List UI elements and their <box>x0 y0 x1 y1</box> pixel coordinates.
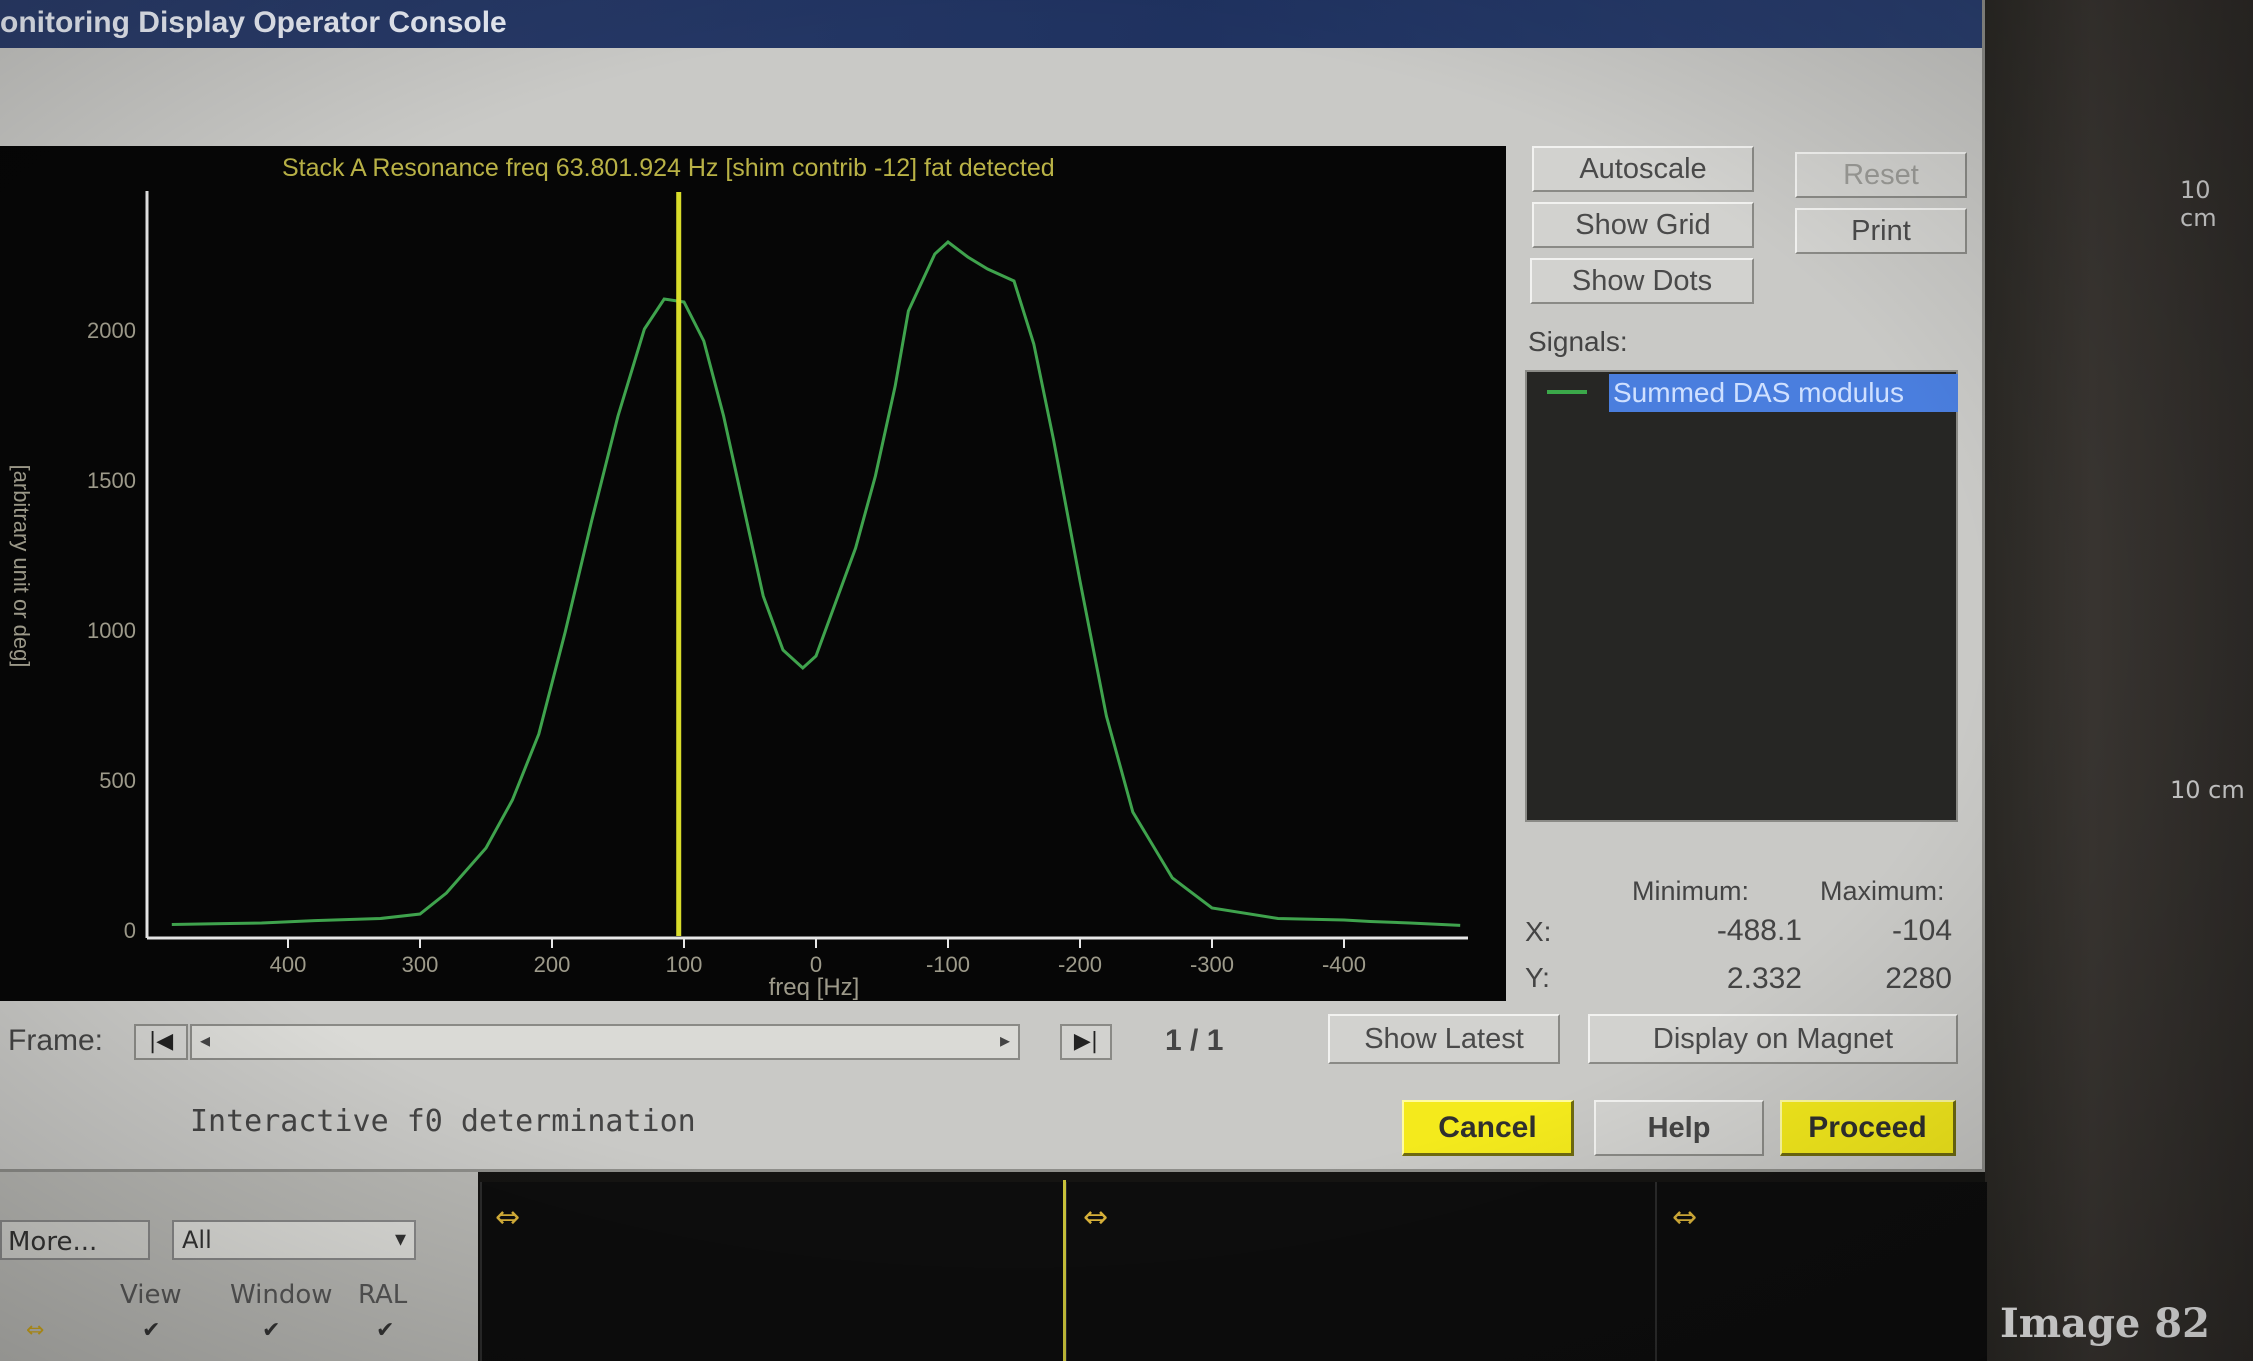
series-summed-das-modulus <box>171 240 1461 927</box>
operator-console-dialog: onitoring Display Operator Console Stack… <box>0 0 1985 1172</box>
ral-checkbox[interactable]: ✔ <box>376 1318 394 1343</box>
x-tick-label: 0 <box>810 952 822 977</box>
x-tick-label: -400 <box>1322 952 1366 977</box>
x-axis-label: freq [Hz] <box>769 974 860 1001</box>
autoscale-button[interactable]: Autoscale <box>1532 146 1754 192</box>
window-checkbox[interactable]: ✔ <box>262 1318 280 1343</box>
signals-label: Signals: <box>1528 326 1628 357</box>
frame-slider[interactable]: ◂ ▸ <box>190 1024 1020 1060</box>
y-tick-label: 0 <box>124 918 136 943</box>
x-tick-label: -100 <box>926 952 970 977</box>
view-checkbox[interactable]: ✔ <box>142 1318 160 1343</box>
x-tick-label: -200 <box>1058 952 1102 977</box>
signal-color-swatch <box>1547 390 1587 394</box>
y-tick-label: 1000 <box>87 618 136 643</box>
proceed-button[interactable]: Proceed <box>1780 1100 1956 1156</box>
mr-thumbnail-1[interactable] <box>480 1182 1067 1361</box>
maximum-label: Maximum: <box>1820 876 1945 906</box>
x-tick-label: 400 <box>270 952 307 977</box>
help-button[interactable]: Help <box>1594 1100 1764 1156</box>
navigate-arrows-icon[interactable]: ⇔ <box>495 1200 520 1235</box>
arrow-icon[interactable]: ⇔ <box>26 1318 44 1343</box>
display-on-magnet-button[interactable]: Display on Magnet <box>1588 1014 1958 1064</box>
image-number-label: Image 82 <box>2000 1300 2210 1347</box>
mr-cursor-line <box>1063 1180 1066 1361</box>
x-tick-label: 200 <box>534 952 571 977</box>
window-column-label: Window <box>230 1280 333 1310</box>
status-message: Interactive f0 determination <box>190 1104 696 1139</box>
y-axis-label: [arbitrary unit or deg] <box>9 465 34 668</box>
show-dots-button[interactable]: Show Dots <box>1530 258 1754 304</box>
filter-select-value: All <box>182 1226 212 1254</box>
x-tick-label: -300 <box>1190 952 1234 977</box>
signal-item-summed-das-modulus[interactable]: Summed DAS modulus <box>1609 374 1958 412</box>
y-minimum-value: 2.332 <box>1726 962 1802 995</box>
spectrum-chart: Stack A Resonance freq 63.801.924 Hz [sh… <box>9 154 1468 1001</box>
mr-thumbnail-3[interactable] <box>1655 1182 1987 1361</box>
view-column-label: View <box>120 1280 182 1310</box>
scale-label-middle: 10 cm <box>2170 776 2245 804</box>
chevron-down-icon: ▾ <box>394 1227 406 1252</box>
x-maximum-value: -104 <box>1891 914 1952 947</box>
frame-label: Frame: <box>8 1024 104 1057</box>
x-minimum-value: -488.1 <box>1716 914 1802 947</box>
x-range-label: X: <box>1525 916 1552 947</box>
title-bar[interactable]: onitoring Display Operator Console <box>0 0 1982 48</box>
x-tick-label: 300 <box>402 952 439 977</box>
filter-select[interactable]: All ▾ <box>172 1220 416 1260</box>
navigate-arrows-icon[interactable]: ⇔ <box>1083 1200 1108 1235</box>
window-title: onitoring Display Operator Console <box>0 6 507 39</box>
plot-header-text: Stack A Resonance freq 63.801.924 Hz [sh… <box>282 154 1055 182</box>
spectrum-plot[interactable]: Stack A Resonance freq 63.801.924 Hz [sh… <box>0 146 1506 1001</box>
background-control-panel <box>0 1170 478 1361</box>
frame-counter: 1 / 1 <box>1165 1024 1224 1057</box>
show-latest-button[interactable]: Show Latest <box>1328 1014 1560 1064</box>
signals-list[interactable]: Summed DAS modulus <box>1525 370 1958 822</box>
scale-label-top: 10 cm <box>2180 176 2217 232</box>
scroll-left-icon[interactable]: ◂ <box>200 1028 210 1052</box>
y-tick-label: 500 <box>99 768 136 793</box>
mr-thumbnail-2[interactable] <box>1065 1182 1657 1361</box>
navigate-arrows-icon[interactable]: ⇔ <box>1672 1200 1697 1235</box>
cancel-button[interactable]: Cancel <box>1402 1100 1574 1156</box>
last-frame-button[interactable]: ▶| <box>1060 1024 1112 1060</box>
print-button[interactable]: Print <box>1795 208 1967 254</box>
show-grid-button[interactable]: Show Grid <box>1532 202 1754 248</box>
ral-column-label: RAL <box>358 1280 408 1310</box>
first-frame-button[interactable]: |◀ <box>134 1024 188 1060</box>
x-tick-label: 100 <box>666 952 703 977</box>
y-tick-label: 2000 <box>87 318 136 343</box>
minimum-label: Minimum: <box>1632 876 1750 906</box>
scroll-right-icon[interactable]: ▸ <box>1000 1028 1010 1052</box>
more-button[interactable]: More... <box>0 1220 150 1260</box>
y-tick-label: 1500 <box>87 468 136 493</box>
reset-button[interactable]: Reset <box>1795 152 1967 198</box>
y-maximum-value: 2280 <box>1885 962 1952 995</box>
y-range-label: Y: <box>1525 962 1550 993</box>
